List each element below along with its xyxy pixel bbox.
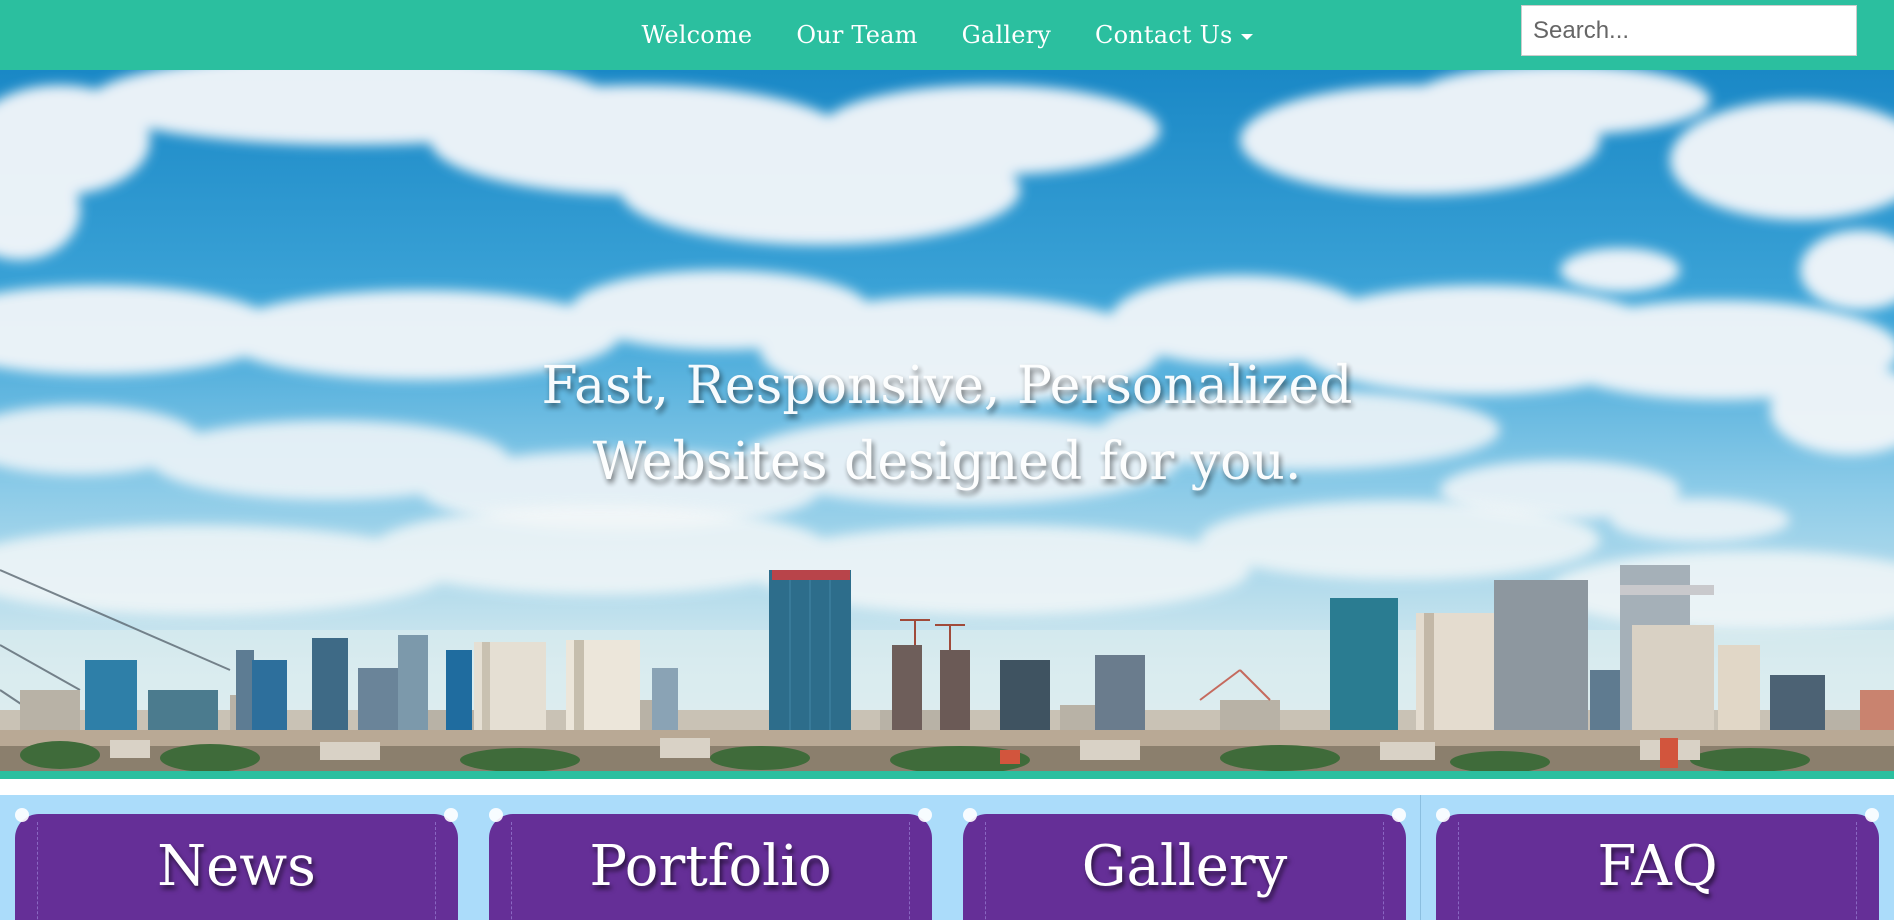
nav-link-contact-us[interactable]: Contact Us bbox=[1095, 21, 1253, 49]
search-input[interactable] bbox=[1521, 5, 1857, 56]
feature-tiles-section: News Portfolio Gallery FAQ bbox=[0, 795, 1894, 920]
tile-corner-decoration bbox=[1436, 808, 1450, 822]
tile-news[interactable]: News bbox=[15, 808, 458, 920]
tiles-divider bbox=[1420, 795, 1421, 920]
tile-corner-decoration bbox=[963, 808, 977, 822]
tile-news-label: News bbox=[157, 834, 316, 899]
hero-headline-line-2: Websites designed for you. bbox=[592, 432, 1302, 492]
tile-corner-decoration bbox=[918, 808, 932, 822]
hero-headline: Fast, Responsive, Personalized Websites … bbox=[0, 348, 1894, 500]
tile-portfolio[interactable]: Portfolio bbox=[489, 808, 932, 920]
tile-corner-decoration bbox=[444, 808, 458, 822]
nav-link-gallery[interactable]: Gallery bbox=[962, 21, 1051, 49]
tile-portfolio-label: Portfolio bbox=[589, 834, 832, 899]
caret-down-icon bbox=[1240, 33, 1253, 40]
nav-link-contact-us-label: Contact Us bbox=[1095, 21, 1233, 49]
tile-faq-label: FAQ bbox=[1597, 834, 1718, 899]
top-navbar: Welcome Our Team Gallery Contact Us bbox=[0, 0, 1894, 70]
nav-link-our-team[interactable]: Our Team bbox=[796, 21, 917, 49]
hero-bottom-border bbox=[0, 771, 1894, 779]
nav-link-welcome[interactable]: Welcome bbox=[641, 21, 752, 49]
tile-corner-decoration bbox=[15, 808, 29, 822]
tile-faq[interactable]: FAQ bbox=[1436, 808, 1879, 920]
hero-banner: Fast, Responsive, Personalized Websites … bbox=[0, 70, 1894, 771]
tile-corner-decoration bbox=[489, 808, 503, 822]
tile-gallery-label: Gallery bbox=[1081, 834, 1288, 899]
tile-corner-decoration bbox=[1392, 808, 1406, 822]
tile-gallery[interactable]: Gallery bbox=[963, 808, 1406, 920]
hero-headline-line-1: Fast, Responsive, Personalized bbox=[541, 356, 1353, 416]
tile-corner-decoration bbox=[1865, 808, 1879, 822]
